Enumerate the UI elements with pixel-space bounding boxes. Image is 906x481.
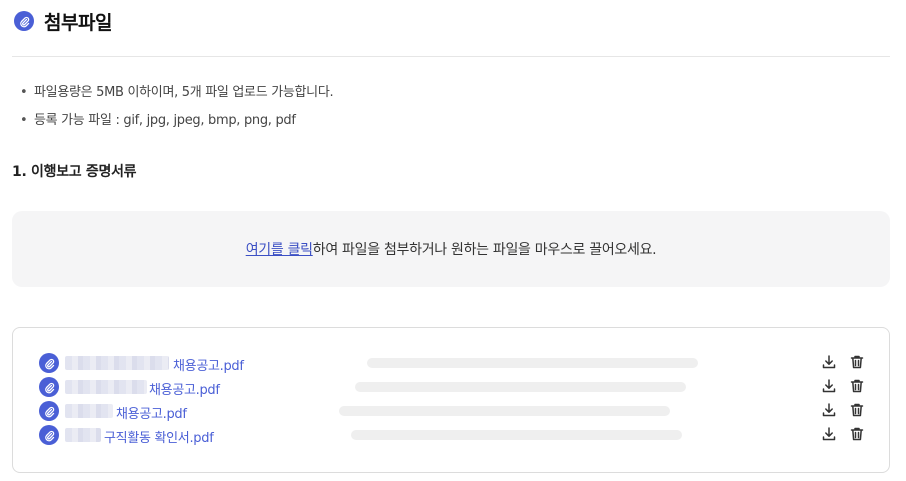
file-name-link[interactable]: 채용공고.pdf bbox=[149, 379, 220, 398]
file-name-link[interactable]: 채용공고.pdf bbox=[116, 403, 187, 422]
page-title: 첨부파일 bbox=[44, 12, 112, 34]
file-row: 채용공고.pdf bbox=[13, 376, 889, 398]
trash-icon bbox=[850, 427, 864, 441]
blurred-filename-prefix bbox=[65, 356, 169, 370]
delete-button[interactable] bbox=[847, 400, 867, 420]
click-to-upload-link[interactable]: 여기를 클릭 bbox=[246, 239, 313, 259]
paperclip-icon bbox=[39, 377, 59, 397]
file-name-link[interactable]: 채용공고.pdf bbox=[173, 355, 244, 374]
attached-file-list: 채용공고.pdf 채용공고.pdf 채용공고.pdf 구직활동 확인서.pdf bbox=[12, 327, 890, 473]
file-name-link[interactable]: 구직활동 확인서.pdf bbox=[104, 427, 214, 446]
blurred-filename-prefix bbox=[65, 380, 147, 394]
download-button[interactable] bbox=[819, 424, 839, 444]
file-row: 채용공고.pdf bbox=[13, 400, 889, 422]
download-icon bbox=[822, 403, 836, 417]
download-button[interactable] bbox=[819, 352, 839, 372]
paperclip-icon bbox=[39, 401, 59, 421]
trash-icon bbox=[850, 355, 864, 369]
delete-button[interactable] bbox=[847, 376, 867, 396]
download-button[interactable] bbox=[819, 400, 839, 420]
file-progress-bar bbox=[355, 382, 686, 392]
paperclip-icon bbox=[14, 11, 34, 31]
paperclip-icon bbox=[39, 353, 59, 373]
attachments-header: 첨부파일 bbox=[12, 6, 890, 57]
trash-icon bbox=[850, 403, 864, 417]
dropzone-instruction: 하여 파일을 첨부하거나 원하는 파일을 마우스로 끌어오세요. bbox=[312, 242, 657, 258]
delete-button[interactable] bbox=[847, 424, 867, 444]
delete-button[interactable] bbox=[847, 352, 867, 372]
file-progress-bar bbox=[339, 406, 670, 416]
file-row: 구직활동 확인서.pdf bbox=[13, 424, 889, 446]
file-progress-bar bbox=[367, 358, 698, 368]
section-title: 1. 이행보고 증명서류 bbox=[12, 164, 137, 180]
file-row: 채용공고.pdf bbox=[13, 352, 889, 374]
file-progress-bar bbox=[351, 430, 682, 440]
file-dropzone[interactable]: 여기를 클릭 하여 파일을 첨부하거나 원하는 파일을 마우스로 끌어오세요. bbox=[12, 211, 890, 287]
download-icon bbox=[822, 355, 836, 369]
blurred-filename-prefix bbox=[65, 404, 113, 418]
upload-notes: 파일용량은 5MB 이하이며, 5개 파일 업로드 가능합니다. 등록 가능 파… bbox=[20, 84, 334, 140]
download-icon bbox=[822, 427, 836, 441]
trash-icon bbox=[850, 379, 864, 393]
download-icon bbox=[822, 379, 836, 393]
note-allowed-types: 등록 가능 파일 : gif, jpg, jpeg, bmp, png, pdf bbox=[20, 112, 333, 140]
paperclip-icon bbox=[39, 425, 59, 445]
note-size-limit: 파일용량은 5MB 이하이며, 5개 파일 업로드 가능합니다. bbox=[20, 84, 334, 112]
download-button[interactable] bbox=[819, 376, 839, 396]
blurred-filename-prefix bbox=[65, 428, 101, 442]
